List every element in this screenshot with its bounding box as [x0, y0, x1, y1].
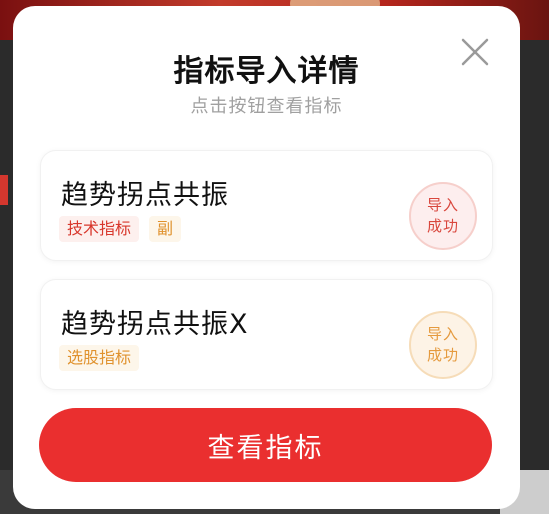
dialog-title: 指标导入详情 [173, 54, 360, 89]
close-button[interactable] [457, 34, 493, 70]
indicator-card[interactable]: 趋势拐点共振 技术指标 副 导入 成功 [40, 150, 493, 261]
background-accent [0, 175, 8, 205]
indicator-tag-type: 技术指标 [59, 216, 140, 242]
indicator-tags: 技术指标 副 [59, 216, 182, 242]
stamp-line-2: 成功 [426, 346, 459, 364]
stamp-line-1: 导入 [426, 325, 459, 343]
dialog-subtitle: 点击按钮查看指标 [190, 96, 343, 117]
indicator-name: 趋势拐点共振X [61, 309, 249, 340]
close-icon [461, 38, 489, 66]
import-success-stamp: 导入 成功 [409, 311, 477, 379]
stamp-line-2: 成功 [426, 217, 459, 235]
import-success-stamp: 导入 成功 [409, 182, 477, 250]
indicator-tag-type: 选股指标 [59, 345, 140, 371]
indicator-tag-sub: 副 [149, 216, 182, 242]
import-details-dialog: 指标导入详情 点击按钮查看指标 趋势拐点共振 技术指标 副 导入 成功 趋势拐点… [13, 6, 520, 509]
stamp-line-1: 导入 [426, 196, 459, 214]
indicator-card[interactable]: 趋势拐点共振X 选股指标 导入 成功 [40, 279, 493, 390]
indicator-name: 趋势拐点共振 [61, 180, 229, 211]
view-indicators-button[interactable]: 查看指标 [39, 408, 492, 482]
indicator-tags: 选股指标 [59, 345, 140, 371]
